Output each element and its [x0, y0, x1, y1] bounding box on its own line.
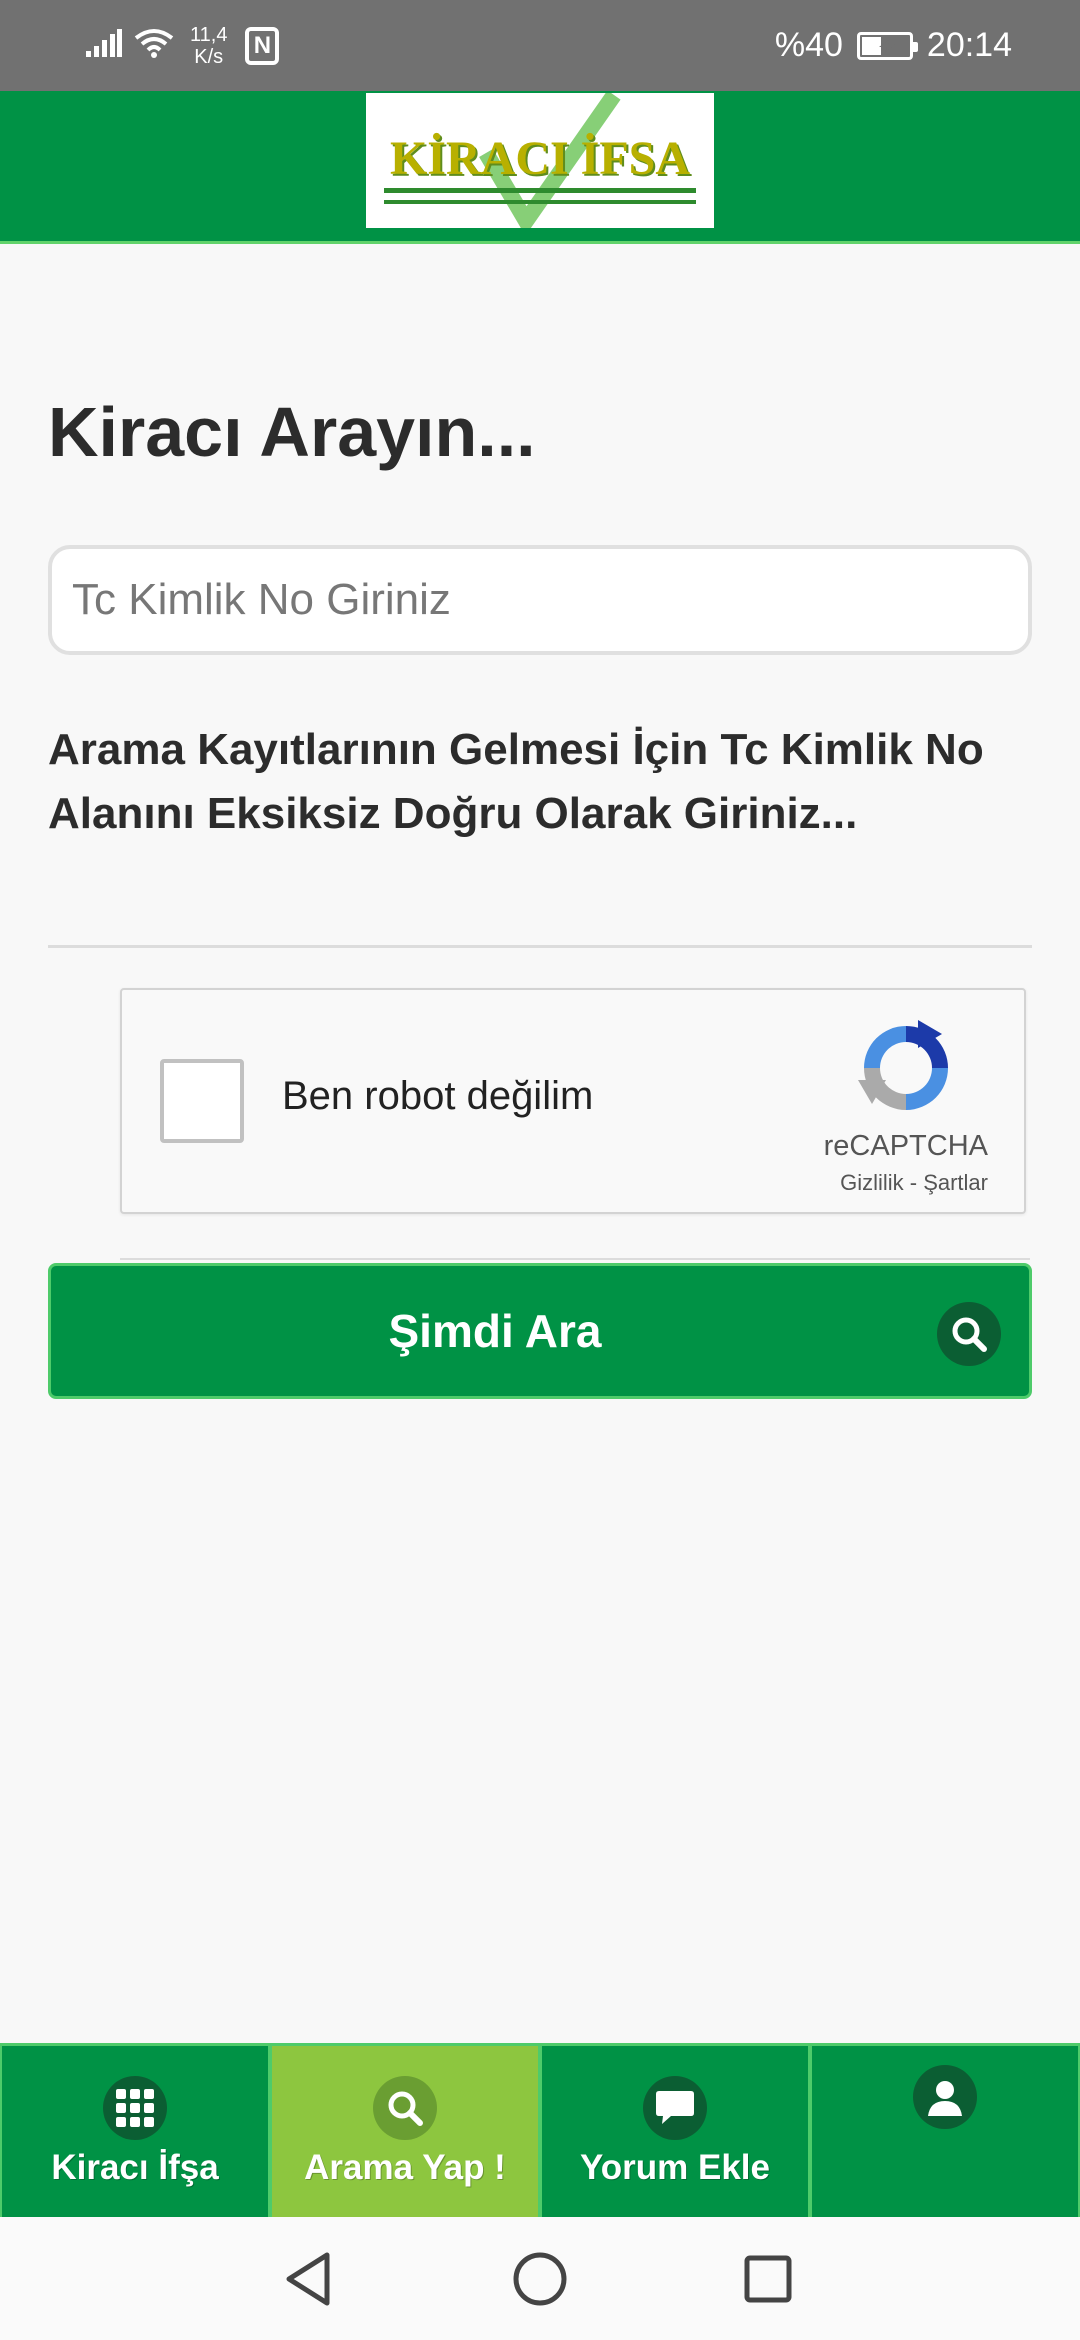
tc-kimlik-input[interactable]: [48, 545, 1032, 655]
tab-label: Yorum Ekle: [580, 2147, 770, 2187]
tab-profile[interactable]: [810, 2046, 1080, 2217]
logo-text: KİRACI İFSA: [389, 132, 691, 185]
logo-underline-bottom: [384, 200, 696, 204]
recaptcha-widget: Ben robot değilim reCAPTCHA Gizlilik - Ş…: [120, 988, 1026, 1214]
nfc-icon: N: [245, 26, 280, 65]
recaptcha-privacy-terms-link[interactable]: Gizlilik - Şartlar: [840, 1170, 988, 1196]
status-bar-left: 11,4 K/s N: [86, 0, 280, 91]
search-icon: [373, 2075, 437, 2140]
search-now-label: Şimdi Ara: [388, 1305, 602, 1357]
search-icon: [937, 1302, 1001, 1366]
recaptcha-logo-icon: [856, 1018, 956, 1118]
user-icon: [913, 2064, 977, 2129]
system-nav-bar: [0, 2217, 1080, 2340]
app-header: KİRACI İFSA: [0, 91, 1080, 244]
battery-percent: %40: [774, 26, 843, 64]
page-title: Kiracı Arayın...: [48, 393, 536, 471]
recaptcha-label: Ben robot değilim: [282, 1074, 594, 1118]
home-icon[interactable]: [506, 2245, 574, 2313]
app-logo[interactable]: KİRACI İFSA: [366, 93, 714, 228]
tab-label: Arama Yap !: [304, 2147, 506, 2187]
back-icon[interactable]: [274, 2245, 342, 2313]
logo-underline-top: [384, 188, 696, 193]
network-speed-value: 11,4: [190, 23, 228, 46]
comment-icon: [643, 2075, 707, 2140]
battery-icon: [856, 31, 918, 60]
wifi-icon: [134, 28, 174, 63]
tab-yorum-ekle[interactable]: Yorum Ekle: [540, 2046, 810, 2217]
content-divider: [48, 945, 1032, 948]
recaptcha-brand: reCAPTCHA: [823, 1130, 988, 1162]
status-bar-right: %40 20:14: [775, 0, 1012, 91]
search-info-text: Arama Kayıtlarının Gelmesi İçin Tc Kimli…: [48, 725, 984, 838]
tab-arama-yap[interactable]: Arama Yap !: [270, 2046, 540, 2217]
charging-icon: [878, 38, 895, 54]
network-speed-unit: K/s: [194, 45, 224, 68]
search-now-button[interactable]: Şimdi Ara: [48, 1263, 1032, 1399]
signal-icon: [86, 29, 122, 62]
recaptcha-divider: [120, 1258, 1030, 1260]
bottom-tab-bar: Kiracı İfşa Arama Yap ! Yorum Ekle: [0, 2043, 1080, 2217]
tab-kiraci-ifsa[interactable]: Kiracı İfşa: [0, 2046, 270, 2217]
nfc-glyph: N: [253, 31, 272, 59]
recent-apps-icon[interactable]: [734, 2245, 802, 2313]
recaptcha-checkbox[interactable]: [160, 1059, 244, 1143]
tab-label: Kiracı İfşa: [51, 2147, 219, 2187]
network-speed: 11,4 K/s: [190, 24, 227, 68]
clock: 20:14: [926, 26, 1012, 64]
status-bar: 11,4 K/s N %40 20:14: [0, 0, 1080, 91]
grid-icon: [103, 2075, 167, 2140]
